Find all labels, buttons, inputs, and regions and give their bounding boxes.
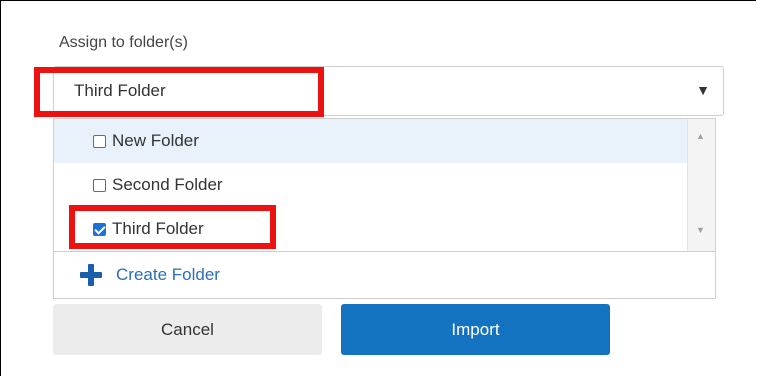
folder-option-third-folder[interactable]: Third Folder xyxy=(54,207,687,251)
create-folder-link[interactable]: Create Folder xyxy=(54,252,715,298)
folder-dropdown-panel: New Folder Second Folder Third Folder ▲ … xyxy=(53,118,716,299)
folder-checkbox-new-folder[interactable] xyxy=(93,134,106,148)
folder-options-list: New Folder Second Folder Third Folder xyxy=(54,119,687,251)
options-scrollbar[interactable]: ▲ ▼ xyxy=(687,119,715,251)
import-button[interactable]: Import xyxy=(341,304,610,355)
scroll-down-icon[interactable]: ▼ xyxy=(696,225,705,235)
folder-option-new-folder[interactable]: New Folder xyxy=(54,119,687,163)
plus-icon xyxy=(80,264,102,286)
scroll-up-icon[interactable]: ▲ xyxy=(696,131,705,141)
chevron-down-icon[interactable]: ▼ xyxy=(696,82,710,98)
create-folder-label: Create Folder xyxy=(116,265,220,284)
cancel-button[interactable]: Cancel xyxy=(53,304,322,355)
folder-select-value: Third Folder xyxy=(74,81,166,100)
folder-option-second-folder[interactable]: Second Folder xyxy=(54,163,687,207)
folder-select[interactable]: Third Folder ▼ xyxy=(53,66,724,116)
folder-checkbox-second-folder[interactable] xyxy=(93,178,106,192)
folder-option-label: Third Folder xyxy=(112,219,204,238)
folder-option-label: Second Folder xyxy=(112,175,223,194)
folder-checkbox-third-folder[interactable] xyxy=(93,222,106,236)
folder-option-label: New Folder xyxy=(112,131,199,150)
assign-folder-label: Assign to folder(s) xyxy=(59,34,188,51)
